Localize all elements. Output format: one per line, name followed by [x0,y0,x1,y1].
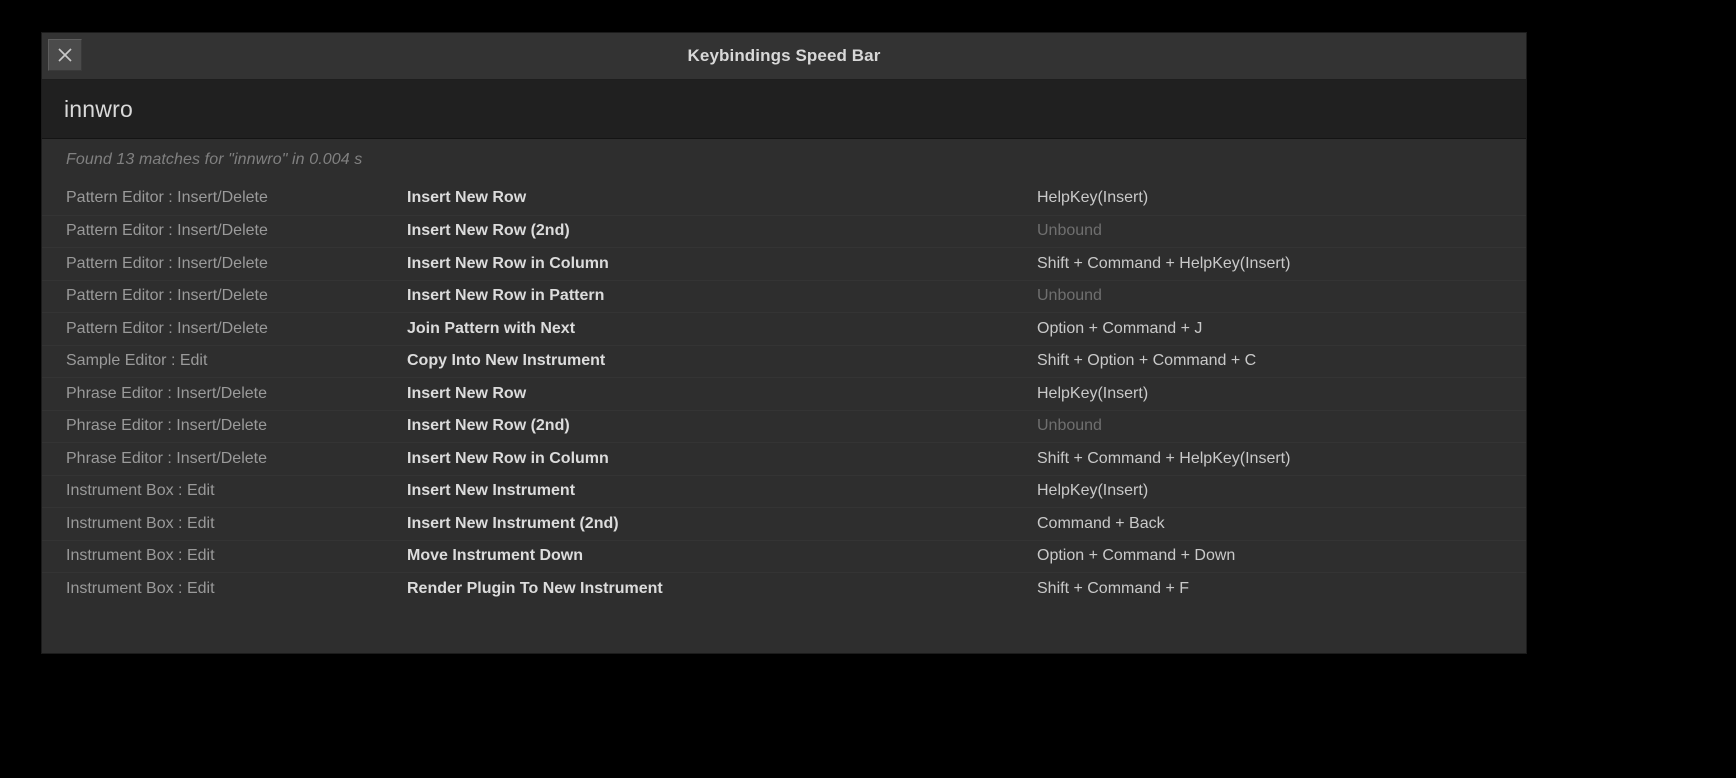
result-action: Insert New Row (2nd) [407,222,570,240]
result-binding: HelpKey(Insert) [1037,189,1149,207]
result-binding-unbound: Unbound [1037,417,1102,435]
result-row[interactable]: Pattern Editor : Insert/Delete Join Patte… [42,312,1526,345]
result-row[interactable]: Pattern Editor : Insert/Delete Insert New… [42,182,1526,215]
result-row[interactable]: Phrase Editor : Insert/Delete Insert New … [42,409,1526,443]
search-input-value: innwro [64,95,133,122]
result-action: Insert New Row [407,189,527,207]
result-action: Copy Into New Instrument [407,352,606,370]
result-row[interactable]: Phrase Editor : Insert/Delete Insert New … [42,442,1526,475]
result-context: Pattern Editor : Insert/Delete [66,222,268,240]
close-icon [56,46,74,64]
result-binding: Shift + Option + Command + C [1037,352,1257,370]
result-context: Pattern Editor : Insert/Delete [66,254,268,272]
result-context: Instrument Box : Edit [66,514,215,532]
result-action: Insert New Instrument [407,482,576,500]
result-row[interactable]: Instrument Box : Edit Insert New Instrume… [42,474,1526,508]
result-context: Instrument Box : Edit [66,579,215,597]
result-row[interactable]: Instrument Box : Edit Insert New Instrume… [42,507,1526,540]
result-context: Pattern Editor : Insert/Delete [66,189,268,207]
result-binding: HelpKey(Insert) [1037,384,1149,402]
search-status-text: Found 13 matches for "innwro" in 0.004 s [66,151,363,168]
result-binding: Command + Back [1037,514,1165,532]
search-input[interactable]: innwro [42,80,1526,139]
result-binding: Option + Command + Down [1037,547,1236,565]
result-action: Render Plugin To New Instrument [407,579,663,597]
result-context: Pattern Editor : Insert/Delete [66,287,268,305]
result-binding: Option + Command + J [1037,319,1203,337]
result-binding-unbound: Unbound [1037,287,1102,305]
result-action: Insert New Row (2nd) [407,417,570,435]
result-row[interactable]: Pattern Editor : Insert/Delete Insert New… [42,214,1526,248]
results-list: Pattern Editor : Insert/Delete Insert New… [42,181,1526,653]
result-binding-unbound: Unbound [1037,222,1102,240]
result-binding: Shift + Command + HelpKey(Insert) [1037,449,1291,467]
close-button[interactable] [48,39,82,71]
result-context: Instrument Box : Edit [66,547,215,565]
result-context: Phrase Editor : Insert/Delete [66,384,267,402]
result-action: Insert New Row [407,384,527,402]
dialog-title: Keybindings Speed Bar [687,46,881,65]
result-action: Join Pattern with Next [407,319,576,337]
result-action: Move Instrument Down [407,547,584,565]
result-binding: Shift + Command + HelpKey(Insert) [1037,254,1291,272]
result-row[interactable]: Pattern Editor : Insert/Delete Insert New… [42,247,1526,280]
result-binding: HelpKey(Insert) [1037,482,1149,500]
dialog-titlebar: Keybindings Speed Bar [42,33,1526,80]
result-action: Insert New Row in Column [407,449,609,467]
result-row[interactable]: Pattern Editor : Insert/Delete Insert New… [42,279,1526,313]
result-action: Insert New Row in Column [407,254,609,272]
result-row[interactable]: Sample Editor : Edit Copy Into New Instru… [42,344,1526,378]
result-context: Sample Editor : Edit [66,352,208,370]
result-row[interactable]: Instrument Box : Edit Move Instrument Dow… [42,539,1526,573]
result-context: Phrase Editor : Insert/Delete [66,417,267,435]
search-status-bar: Found 13 matches for "innwro" in 0.004 s [42,139,1526,181]
keybindings-speed-bar-dialog: Keybindings Speed Bar innwro Found 13 ma… [42,33,1526,653]
result-action: Insert New Row in Pattern [407,287,605,305]
result-action: Insert New Instrument (2nd) [407,514,619,532]
result-row[interactable]: Instrument Box : Edit Render Plugin To Ne… [42,572,1526,605]
screen: Keybindings Speed Bar innwro Found 13 ma… [0,0,1736,778]
result-binding: Shift + Command + F [1037,579,1190,597]
result-row[interactable]: Phrase Editor : Insert/Delete Insert New … [42,377,1526,410]
result-context: Pattern Editor : Insert/Delete [66,319,268,337]
result-context: Instrument Box : Edit [66,482,215,500]
result-context: Phrase Editor : Insert/Delete [66,449,267,467]
